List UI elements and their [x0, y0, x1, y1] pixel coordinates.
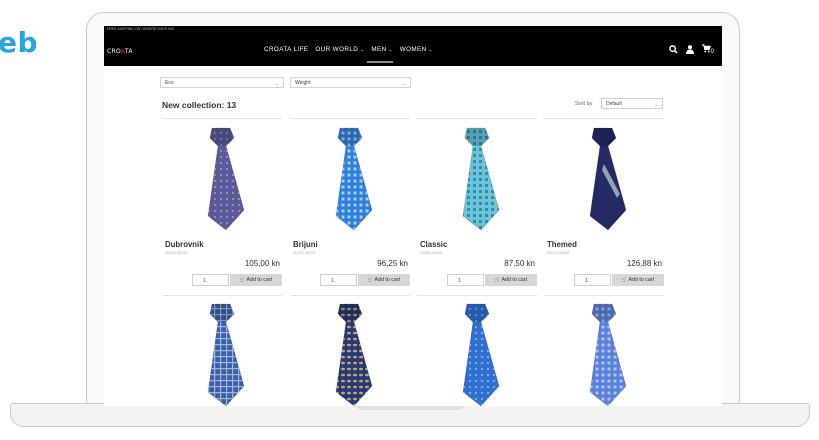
- nav-icons: 0: [668, 44, 714, 57]
- site-logo[interactable]: CROATA: [107, 48, 133, 55]
- main-menu: CROATA LIFE OUR WORLD ⌄ MEN ⌄ WOMEN ⌄: [264, 46, 433, 53]
- product-price: 105,00 kn: [244, 259, 280, 268]
- product-name[interactable]: Brijuni: [293, 240, 318, 249]
- menu-item-croata-life[interactable]: CROATA LIFE: [264, 46, 308, 53]
- logo-text-left: CRO: [107, 48, 121, 55]
- product-image[interactable]: [564, 300, 644, 406]
- chevron-down-icon: ⌄: [275, 81, 279, 86]
- cart-icon: 🛒: [239, 277, 246, 282]
- sort-label: Sort by: [575, 101, 593, 107]
- product-image[interactable]: [437, 300, 517, 406]
- active-menu-indicator: [367, 61, 393, 63]
- sort-select[interactable]: Default ⌄: [601, 98, 663, 109]
- chevron-down-icon: ⌄: [428, 47, 433, 52]
- product-image[interactable]: [437, 124, 517, 239]
- cart-icon: 🛒: [494, 277, 501, 282]
- add-to-cart-button[interactable]: 🛒Add to cart: [612, 274, 664, 286]
- quantity-input[interactable]: 1: [447, 274, 484, 286]
- chevron-down-icon: ⌄: [654, 102, 658, 107]
- filter-value: Eco: [165, 80, 174, 86]
- cart-icon: 🛒: [367, 277, 374, 282]
- button-label: Add to cart: [501, 277, 528, 283]
- add-to-cart-button[interactable]: 🛒Add to cart: [485, 274, 537, 286]
- logo-text-right: TA: [124, 48, 133, 55]
- product-image[interactable]: [310, 300, 390, 406]
- product-price: 96,25 kn: [377, 259, 408, 268]
- filter-value: Weight: [295, 80, 311, 86]
- chevron-down-icon: ⌄: [360, 47, 365, 52]
- chevron-down-icon: ⌄: [402, 81, 406, 86]
- cart-icon: 🛒: [621, 277, 628, 282]
- product-image[interactable]: [310, 124, 390, 239]
- button-label: Add to cart: [246, 277, 273, 283]
- cart-count: 0: [710, 49, 714, 55]
- quantity-input[interactable]: 1: [192, 274, 229, 286]
- menu-item-our-world[interactable]: OUR WORLD ⌄: [315, 46, 364, 53]
- collection-heading: New collection: 13: [162, 100, 237, 110]
- website-screen: FREE SHIPPING ON ORDERS OVER 500 CROATA …: [104, 26, 722, 406]
- menu-item-men[interactable]: MEN ⌄: [371, 46, 392, 53]
- product-divider: [544, 295, 664, 296]
- product-name[interactable]: Dubrovnik: [165, 240, 204, 249]
- menu-label: OUR WORLD: [315, 46, 359, 53]
- menu-item-women[interactable]: WOMEN ⌄: [400, 46, 433, 53]
- button-label: Add to cart: [628, 277, 655, 283]
- product-sku: 010201-000275: [293, 251, 316, 255]
- menu-label: CROATA LIFE: [264, 46, 309, 53]
- product-name[interactable]: Themed: [547, 240, 577, 249]
- product-divider: [162, 295, 282, 296]
- product-price: 126,88 kn: [626, 259, 662, 268]
- menu-label: WOMEN: [399, 46, 427, 53]
- product-name[interactable]: Classic: [420, 240, 447, 249]
- user-icon[interactable]: [685, 45, 694, 56]
- product-image[interactable]: [182, 124, 262, 239]
- add-to-cart-button[interactable]: 🛒Add to cart: [358, 274, 410, 286]
- sort-value: Default: [606, 101, 622, 107]
- chevron-down-icon: ⌄: [388, 47, 393, 52]
- quantity-input[interactable]: 1: [320, 274, 357, 286]
- top-navigation: CROATA CROATA LIFE OUR WORLD ⌄ MEN ⌄ WOMEN…: [104, 32, 722, 66]
- product-divider: [417, 295, 537, 296]
- search-icon[interactable]: [668, 45, 678, 56]
- product-sku: 010330-004060: [420, 251, 443, 255]
- product-sku: 010100-004069: [547, 251, 570, 255]
- product-divider: [290, 295, 410, 296]
- cart-icon[interactable]: 0: [701, 44, 714, 57]
- quantity-input[interactable]: 1: [574, 274, 611, 286]
- weight-filter[interactable]: Weight ⌄: [290, 77, 411, 88]
- product-price: 87,50 kn: [504, 259, 535, 268]
- menu-label: MEN: [371, 46, 387, 53]
- product-sku: 010250-000025: [165, 251, 188, 255]
- product-image[interactable]: [182, 300, 262, 406]
- product-image[interactable]: [564, 124, 644, 239]
- material-filter[interactable]: Eco ⌄: [160, 77, 284, 88]
- button-label: Add to cart: [374, 277, 401, 283]
- add-to-cart-button[interactable]: 🛒Add to cart: [230, 274, 282, 286]
- side-partial-word: eb: [0, 26, 39, 59]
